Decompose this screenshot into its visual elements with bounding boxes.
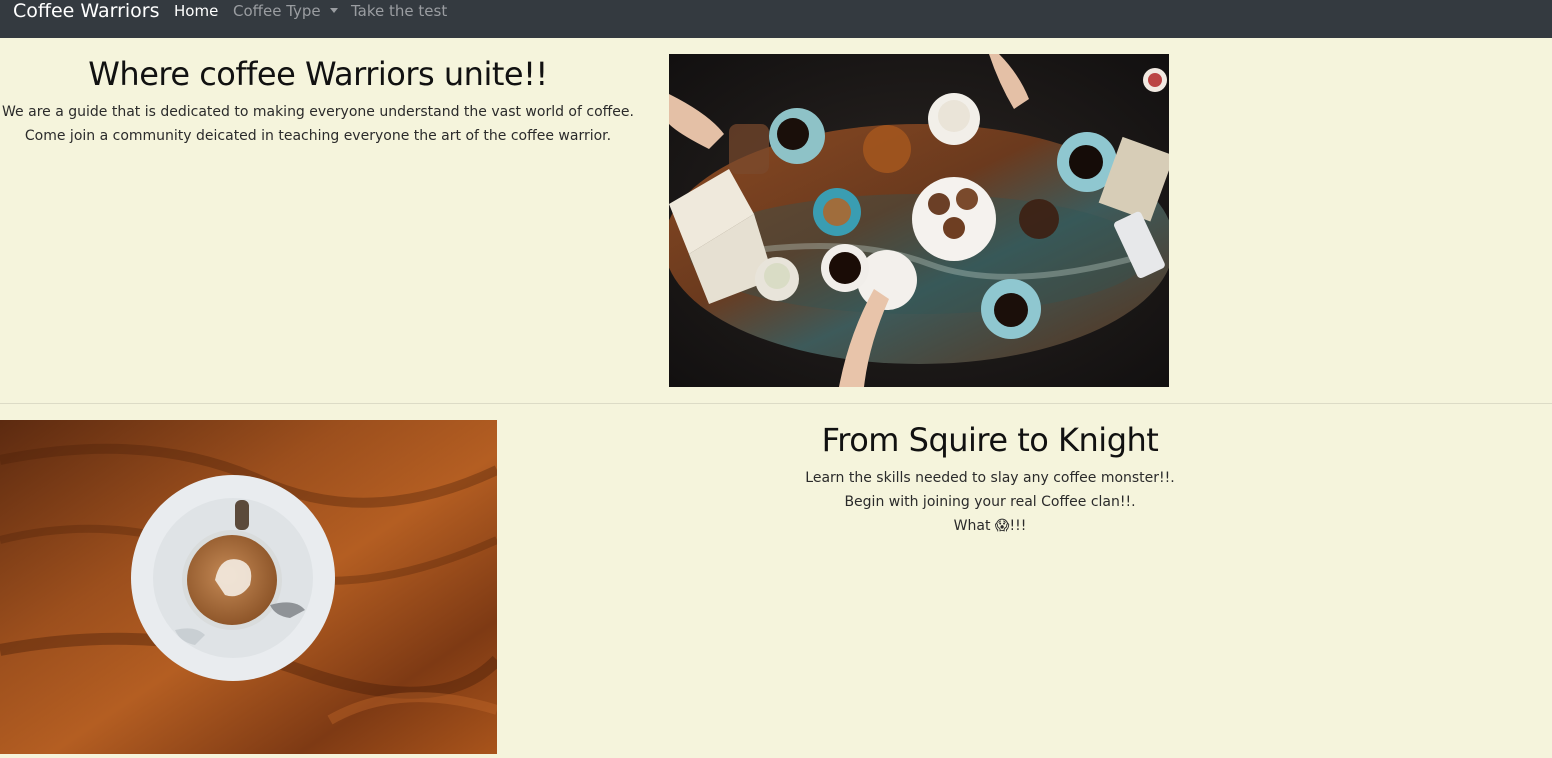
brand-link[interactable]: Coffee Warriors — [13, 0, 160, 23]
section-hero-text: Where coffee Warriors unite!! We are a g… — [0, 54, 636, 148]
nav-coffee-type-dropdown[interactable]: Coffee Type — [233, 2, 338, 20]
hero-paragraph: We are a guide that is dedicated to maki… — [0, 100, 636, 148]
coffee-table-photo — [669, 54, 1169, 387]
nav-coffee-type-label: Coffee Type — [233, 2, 321, 20]
navbar: Coffee Warriors Home Coffee Type Take th… — [0, 0, 1552, 38]
squire-line-2: Begin with joining your real Coffee clan… — [844, 494, 1136, 510]
squire-line-3: What 😱!!! — [953, 518, 1027, 534]
latte-photo — [0, 420, 497, 754]
hero-heading: Where coffee Warriors unite!! — [88, 55, 548, 93]
squire-line-1: Learn the skills needed to slay any coff… — [805, 470, 1175, 486]
section-divider — [0, 403, 1552, 404]
squire-paragraph: Learn the skills needed to slay any coff… — [660, 466, 1320, 538]
nav-take-the-test[interactable]: Take the test — [351, 2, 447, 20]
hero-line-1: We are a guide that is dedicated to maki… — [2, 104, 634, 120]
section-squire-text: From Squire to Knight Learn the skills n… — [660, 420, 1320, 538]
nav-home[interactable]: Home — [174, 2, 218, 20]
chevron-down-icon — [329, 8, 338, 13]
squire-heading: From Squire to Knight — [821, 421, 1159, 459]
hero-line-2: Come join a community deicated in teachi… — [24, 128, 612, 144]
